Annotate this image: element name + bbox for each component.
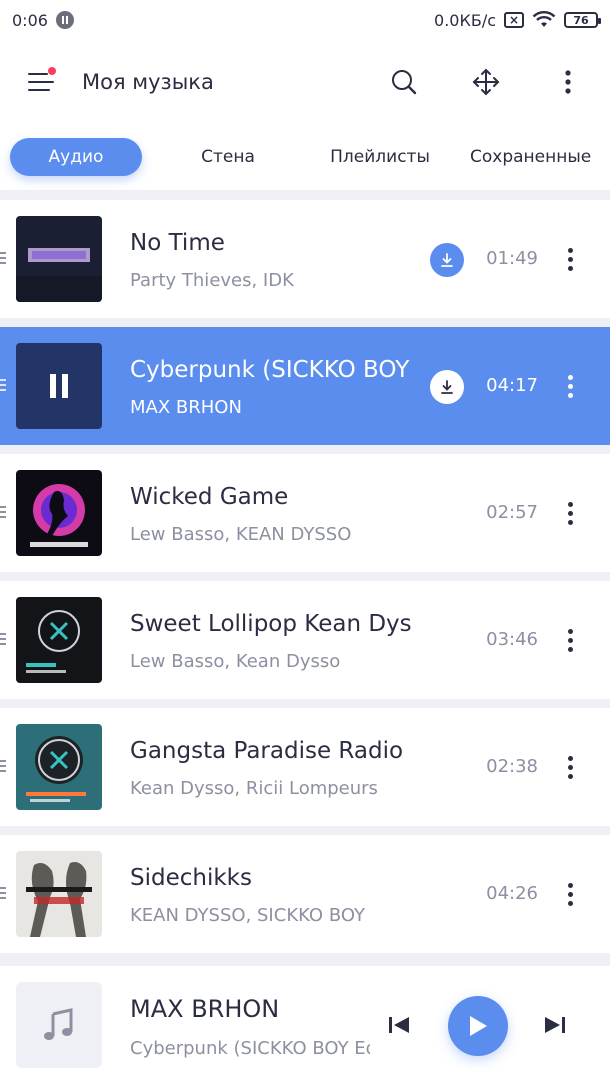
track-duration: 01:49 bbox=[486, 248, 538, 269]
track-row[interactable]: Sidechikks KEAN DYSSO, SICKKO BOY 04:26 bbox=[0, 835, 610, 953]
download-icon[interactable] bbox=[430, 243, 464, 277]
player-artist: Cyberpunk (SICKKO BOY Edit) bbox=[130, 1038, 370, 1059]
play-icon[interactable] bbox=[467, 1014, 489, 1038]
drag-handle-icon[interactable] bbox=[0, 633, 6, 649]
track-duration: 02:57 bbox=[486, 502, 538, 523]
track-title: Wicked Game bbox=[130, 484, 289, 510]
network-speed: 0.0КБ/с bbox=[434, 10, 496, 30]
track-info: Sweet Lollipop Kean Dysso Lew Basso, Kea… bbox=[130, 607, 412, 677]
player-cover bbox=[16, 982, 102, 1068]
tab-saved[interactable]: Сохраненные bbox=[446, 138, 596, 176]
pause-icon[interactable] bbox=[48, 373, 70, 399]
track-info: Cyberpunk (SICKKO BOY Edit) MAX BRHON bbox=[130, 353, 412, 423]
more-icon[interactable] bbox=[560, 625, 580, 655]
move-icon[interactable] bbox=[464, 60, 508, 104]
album-cover bbox=[16, 851, 102, 937]
track-artist: MAX BRHON bbox=[130, 397, 242, 418]
track-artist: Party Thieves, IDK bbox=[130, 270, 294, 291]
track-row[interactable]: Gangsta Paradise Radio Edit Kean Dysso, … bbox=[0, 708, 610, 826]
page-title: Моя музыка bbox=[82, 70, 214, 94]
album-cover bbox=[16, 724, 102, 810]
track-info: Sidechikks KEAN DYSSO, SICKKO BOY bbox=[130, 861, 412, 931]
menu-icon[interactable] bbox=[20, 62, 60, 102]
tab-wall[interactable]: Стена bbox=[142, 138, 314, 176]
notification-dot bbox=[48, 67, 56, 75]
track-title: Sweet Lollipop Kean Dysso bbox=[130, 611, 412, 637]
track-row[interactable]: Wicked Game Lew Basso, KEAN DYSSO 02:57 bbox=[0, 454, 610, 572]
track-duration: 04:17 bbox=[486, 375, 538, 396]
more-icon[interactable] bbox=[546, 60, 590, 104]
previous-track-icon[interactable] bbox=[384, 1010, 414, 1040]
battery-icon: 76 bbox=[564, 12, 601, 28]
drag-handle-icon[interactable] bbox=[0, 506, 6, 522]
more-icon[interactable] bbox=[560, 244, 580, 274]
album-cover bbox=[16, 216, 102, 302]
play-button[interactable] bbox=[448, 996, 508, 1056]
album-cover bbox=[16, 597, 102, 683]
more-icon[interactable] bbox=[560, 498, 580, 528]
more-icon[interactable] bbox=[560, 371, 580, 401]
media-pause-icon bbox=[55, 11, 74, 29]
track-list: No Time Party Thieves, IDK 01:49 Cyberpu… bbox=[0, 200, 610, 962]
track-artist: KEAN DYSSO, SICKKO BOY bbox=[130, 905, 366, 926]
clock: 0:06 bbox=[12, 10, 48, 30]
track-info: Wicked Game Lew Basso, KEAN DYSSO bbox=[130, 480, 412, 550]
track-artist: Lew Basso, KEAN DYSSO bbox=[130, 524, 352, 545]
mini-player[interactable]: MAX BRHON Cyberpunk (SICKKO BOY Edit) bbox=[0, 966, 610, 1080]
drag-handle-icon[interactable] bbox=[0, 887, 6, 903]
download-icon[interactable] bbox=[430, 370, 464, 404]
track-duration: 03:46 bbox=[486, 629, 538, 650]
album-cover bbox=[16, 470, 102, 556]
tab-playlists[interactable]: Плейлисты bbox=[314, 138, 446, 176]
next-track-icon[interactable] bbox=[540, 1010, 570, 1040]
app-bar: Моя музыка bbox=[0, 40, 610, 124]
track-info: Gangsta Paradise Radio Edit Kean Dysso, … bbox=[130, 734, 412, 804]
tab-bar: Аудио Стена Плейлисты Сохраненные bbox=[0, 124, 610, 190]
player-title: MAX BRHON bbox=[130, 995, 280, 1023]
track-title: Cyberpunk (SICKKO BOY Edit) bbox=[130, 357, 412, 383]
track-row[interactable]: Sweet Lollipop Kean Dysso Lew Basso, Kea… bbox=[0, 581, 610, 699]
track-info: No Time Party Thieves, IDK bbox=[130, 226, 412, 296]
player-info[interactable]: MAX BRHON Cyberpunk (SICKKO BOY Edit) bbox=[130, 992, 370, 1064]
track-title: Sidechikks bbox=[130, 865, 252, 891]
track-artist: Lew Basso, Kean Dysso bbox=[130, 651, 341, 672]
tab-audio[interactable]: Аудио bbox=[10, 138, 142, 176]
track-artist: Kean Dysso, Ricii Lompeurs bbox=[130, 778, 378, 799]
more-icon[interactable] bbox=[560, 752, 580, 782]
track-row[interactable]: No Time Party Thieves, IDK 01:49 bbox=[0, 200, 610, 318]
drag-handle-icon[interactable] bbox=[0, 379, 6, 395]
battery-level: 76 bbox=[573, 13, 589, 27]
track-duration: 02:38 bbox=[486, 756, 538, 777]
track-duration: 04:26 bbox=[486, 883, 538, 904]
drag-handle-icon[interactable] bbox=[0, 252, 6, 268]
drag-handle-icon[interactable] bbox=[0, 760, 6, 776]
album-cover[interactable] bbox=[16, 343, 102, 429]
track-row-playing[interactable]: Cyberpunk (SICKKO BOY Edit) MAX BRHON 04… bbox=[0, 327, 610, 445]
wifi-icon bbox=[532, 11, 556, 27]
sim-off-icon: × bbox=[504, 12, 524, 28]
status-bar: 0:06 0.0КБ/с × 76 bbox=[0, 0, 610, 40]
search-icon[interactable] bbox=[382, 60, 426, 104]
more-icon[interactable] bbox=[560, 879, 580, 909]
music-note-icon bbox=[44, 1008, 73, 1040]
track-title: Gangsta Paradise Radio Edit bbox=[130, 738, 412, 764]
track-title: No Time bbox=[130, 230, 225, 256]
